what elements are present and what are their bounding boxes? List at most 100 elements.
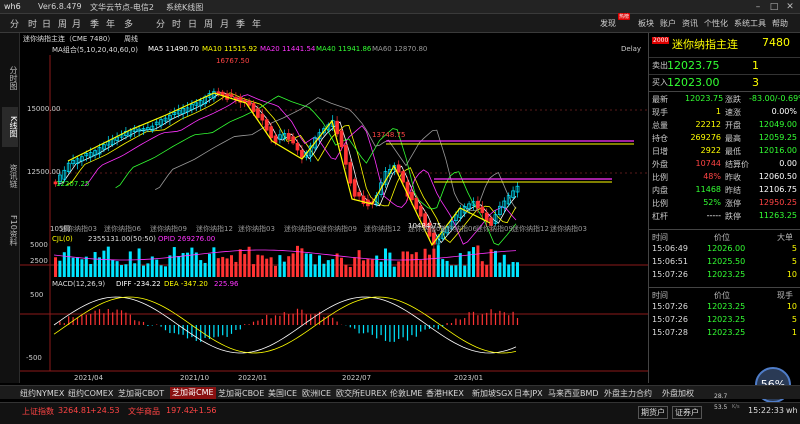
macd-indicator-label: MACD(12,26,9) xyxy=(52,280,106,288)
minimize-icon[interactable]: – xyxy=(752,1,764,13)
kline-chart[interactable]: 迷你纳指主连（CME 7480） 周线 MA组合(5,10,20,40,60,0… xyxy=(20,33,648,383)
volume-bar xyxy=(146,263,150,277)
volume-bar xyxy=(331,259,335,277)
securities-account-button[interactable]: 证券户 xyxy=(672,406,702,419)
sidebar-tab-kline[interactable]: K线图 xyxy=(2,107,18,147)
quote-value: 0.00 xyxy=(779,159,797,168)
macd-y-500: 500 xyxy=(30,291,44,299)
quote-key: 涨停 xyxy=(725,199,741,208)
volume-bar xyxy=(348,266,352,277)
exchange-tab[interactable]: 外盘主力合约 xyxy=(604,388,652,399)
contract-label: 迷你纳指06 xyxy=(440,225,477,233)
volume-bar xyxy=(269,257,273,277)
download-speed: 53.5 xyxy=(714,404,728,411)
volume-bar xyxy=(401,251,405,277)
exchange-tab[interactable]: 新加坡SGX xyxy=(472,388,513,399)
exchange-tab[interactable]: 芝加哥CBOT xyxy=(118,388,164,399)
volume-bar xyxy=(212,247,216,277)
tick-volume: 5 xyxy=(791,315,797,324)
volume-bar xyxy=(441,259,445,277)
futures-account-button[interactable]: 期货户 xyxy=(638,406,668,419)
high-annotation: 16767.50 xyxy=(216,57,250,65)
account-button[interactable]: 账户 xyxy=(660,18,676,29)
exchange-tab[interactable]: 香港HKEX xyxy=(426,388,464,399)
tick-price: 12023.25 xyxy=(707,315,746,324)
toolbar-period-11[interactable]: 周 xyxy=(204,17,213,30)
volume-bar xyxy=(265,258,269,277)
index-label[interactable]: 上证指数 xyxy=(22,406,54,417)
volume-bar xyxy=(318,255,321,277)
toolbar-period-10[interactable]: 日 xyxy=(188,17,197,30)
exchange-tab[interactable]: 日本JPX xyxy=(514,388,543,399)
toolbar-period-4[interactable]: 月 xyxy=(72,17,81,30)
quote-value: 11468 xyxy=(695,185,721,194)
exchange-tab[interactable]: 芝加哥CBOE xyxy=(218,388,264,399)
quote-key: 外盘 xyxy=(652,160,668,169)
volume-bar xyxy=(450,265,453,277)
contract-label: 迷你纳指06 xyxy=(104,225,141,233)
tick2-header-price: 价位 xyxy=(714,291,730,300)
contract-label: 迷你纳指06 xyxy=(284,225,321,233)
toolbar-period-1[interactable]: 时 xyxy=(28,17,37,30)
exchange-tab[interactable]: 伦敦LME xyxy=(390,388,422,399)
exchange-tab[interactable]: 马来西亚BMD xyxy=(548,388,599,399)
toolbar-period-8[interactable]: 分 xyxy=(156,17,165,30)
sidebar-tab-intraday[interactable]: 分时图 xyxy=(2,53,18,103)
bid-row[interactable]: 买入 12023.00 3 xyxy=(649,74,800,89)
volume-bar xyxy=(502,254,506,277)
quote-row: 比例 48% 昨收 12060.50 xyxy=(649,172,800,184)
system-tools-button[interactable]: 系统工具 xyxy=(734,18,766,29)
macd-line xyxy=(53,296,517,354)
server-node[interactable]: 文华云节点-电信2 xyxy=(90,2,154,13)
volume-bar xyxy=(256,254,260,277)
sidebar-tab-news[interactable]: 资讯链 xyxy=(2,151,18,201)
toolbar-period-12[interactable]: 月 xyxy=(220,17,229,30)
exchange-tab[interactable]: 欧洲ICE xyxy=(302,388,331,399)
quote-key: 比例 xyxy=(652,173,668,182)
exchange-tab[interactable]: 纽约NYMEX xyxy=(20,388,64,399)
toolbar-period-3[interactable]: 周 xyxy=(58,17,67,30)
sector-button[interactable]: 板块 xyxy=(638,18,654,29)
volume-bar xyxy=(172,247,176,277)
quote-key: 昨收 xyxy=(725,173,741,182)
toolbar-period-9[interactable]: 时 xyxy=(172,17,181,30)
volume-bar xyxy=(507,264,511,277)
toolbar-period-5[interactable]: 季 xyxy=(90,17,99,30)
ask-row[interactable]: 卖出 12023.75 1 xyxy=(649,57,800,72)
toolbar-period-0[interactable]: 分 xyxy=(10,17,19,30)
moving-average-line xyxy=(58,92,517,244)
volume-bar xyxy=(102,250,106,277)
sidebar-tab-f10[interactable]: F10资料 xyxy=(2,205,18,255)
moving-average-line xyxy=(67,92,517,244)
news-button[interactable]: 资讯 xyxy=(682,18,698,29)
x-label-2022-07: 2022/07 xyxy=(342,374,372,382)
quote-value: 48% xyxy=(703,172,721,181)
exchange-tab[interactable]: 纽约COMEX xyxy=(68,388,113,399)
x-label-2021-10: 2021/10 xyxy=(180,374,210,382)
exchange-tab[interactable]: 外盘加权 xyxy=(662,388,694,399)
toolbar-period-6[interactable]: 年 xyxy=(106,17,115,30)
chart-canvas xyxy=(20,55,648,372)
close-icon[interactable]: ✕ xyxy=(784,1,796,13)
discover-button[interactable]: 发现 xyxy=(600,18,616,29)
toolbar-period-2[interactable]: 日 xyxy=(42,17,51,30)
quote-key: 现手 xyxy=(652,108,668,117)
volume-bar xyxy=(414,252,418,277)
volume-bar xyxy=(379,261,383,277)
exchange-tab[interactable]: 美国ICE xyxy=(268,388,297,399)
exchange-tab[interactable]: 芝加哥CME xyxy=(170,387,216,399)
exchange-tab[interactable]: 欧交所EUREX xyxy=(336,388,387,399)
quote-row: 比例 52% 涨停 12950.25 xyxy=(649,198,800,210)
tick-table-2: 时间 价位 现手 15:07:26 12023.25 10 15:07:26 12023… xyxy=(649,287,800,337)
goods-index-label[interactable]: 文华商品 xyxy=(128,406,160,417)
toolbar-period-13[interactable]: 季 xyxy=(236,17,245,30)
tick-row: 15:07:28 12023.25 1 xyxy=(649,328,800,340)
macd-diff: DIFF -234.22 xyxy=(116,280,161,288)
toolbar-period-7[interactable]: 多 xyxy=(124,17,133,30)
toolbar-period-14[interactable]: 年 xyxy=(252,17,261,30)
quote-row: 外盘 10744 结算价 0.00 xyxy=(649,159,800,171)
tick-row: 15:07:26 12023.25 10 xyxy=(649,302,800,314)
maximize-icon[interactable]: □ xyxy=(768,1,780,13)
personalize-button[interactable]: 个性化 xyxy=(704,18,728,29)
help-button[interactable]: 帮助 xyxy=(772,18,788,29)
